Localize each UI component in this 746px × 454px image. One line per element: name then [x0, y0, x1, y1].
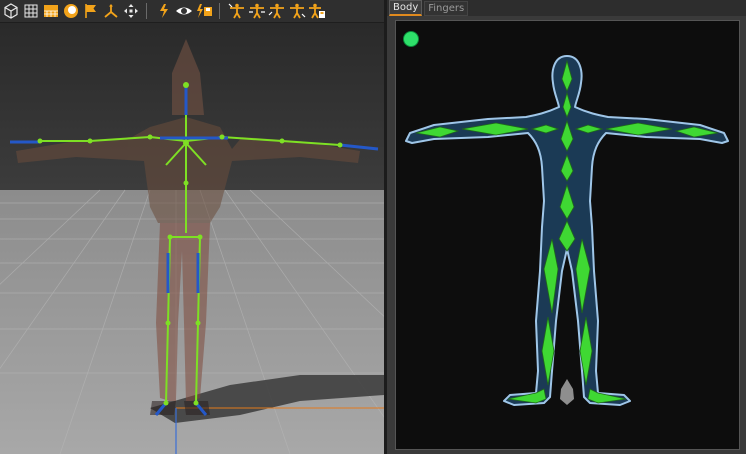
- panel-tabs: Body Fingers: [387, 0, 746, 16]
- toolbar-separator-2: [219, 3, 220, 19]
- save-pose-icon[interactable]: [195, 2, 213, 20]
- tpose-select-icon[interactable]: [228, 2, 246, 20]
- eye-icon[interactable]: [175, 2, 193, 20]
- tpose-mirror-icon[interactable]: [248, 2, 266, 20]
- body-bones: [415, 59, 719, 404]
- grid-icon[interactable]: [22, 2, 40, 20]
- tab-body[interactable]: Body: [389, 0, 423, 16]
- body-map: [405, 55, 729, 406]
- tpose-paste-icon[interactable]: [288, 2, 306, 20]
- perspective-cube-icon[interactable]: [2, 2, 20, 20]
- pose-key-icon[interactable]: [155, 2, 173, 20]
- move-arrows-icon[interactable]: [122, 2, 140, 20]
- flag-icon[interactable]: [82, 2, 100, 20]
- viewport-scene: [0, 23, 384, 454]
- 3d-viewport[interactable]: [0, 23, 384, 454]
- toolbar-separator: [146, 3, 147, 19]
- reference-bone: [560, 379, 574, 405]
- axis-gizmo-icon[interactable]: [102, 2, 120, 20]
- tpose-save-icon[interactable]: [308, 2, 326, 20]
- floor-icon[interactable]: [42, 2, 60, 20]
- tab-fingers[interactable]: Fingers: [424, 1, 469, 16]
- tpose-copy-icon[interactable]: [268, 2, 286, 20]
- viewport-toolbar: [0, 0, 384, 23]
- body-figure-area: [395, 20, 740, 450]
- shading-sphere-icon[interactable]: [62, 2, 80, 20]
- hik-character-panel: Body Fingers: [387, 0, 746, 454]
